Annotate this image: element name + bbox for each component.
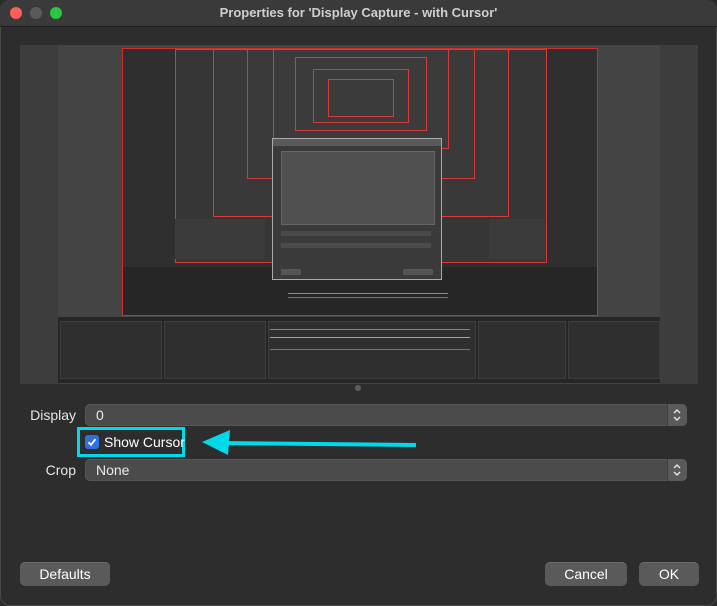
- preview-nested-dialog: [272, 138, 442, 280]
- show-cursor-label[interactable]: Show Cursor: [104, 434, 185, 450]
- preview-panel: [175, 219, 265, 259]
- show-cursor-checkbox[interactable]: [85, 435, 99, 449]
- display-label: Display: [30, 407, 76, 423]
- crop-value: None: [96, 462, 130, 478]
- checkmark-icon: [87, 438, 97, 447]
- capture-preview: [20, 45, 698, 384]
- display-value: 0: [96, 407, 104, 423]
- preview-left-band: [20, 45, 58, 384]
- updown-chevron-icon: [667, 459, 687, 481]
- page-indicator-dot: [355, 385, 361, 391]
- title-bar: Properties for 'Display Capture - with C…: [0, 0, 717, 27]
- window-title: Properties for 'Display Capture - with C…: [219, 5, 498, 20]
- defaults-button[interactable]: Defaults: [20, 562, 110, 586]
- ok-button[interactable]: OK: [639, 562, 699, 586]
- preview-panel: [489, 219, 545, 259]
- properties-window: Properties for 'Display Capture - with C…: [0, 0, 717, 606]
- display-select[interactable]: 0: [85, 404, 687, 426]
- updown-chevron-icon: [667, 404, 687, 426]
- preview-obs-docks: [58, 317, 660, 383]
- annotation-arrow-icon: [202, 430, 417, 455]
- nested-frame: [328, 79, 394, 117]
- crop-label: Crop: [45, 462, 76, 478]
- crop-select[interactable]: None: [85, 459, 687, 481]
- cancel-button[interactable]: Cancel: [545, 562, 627, 586]
- preview-right-band: [660, 45, 698, 384]
